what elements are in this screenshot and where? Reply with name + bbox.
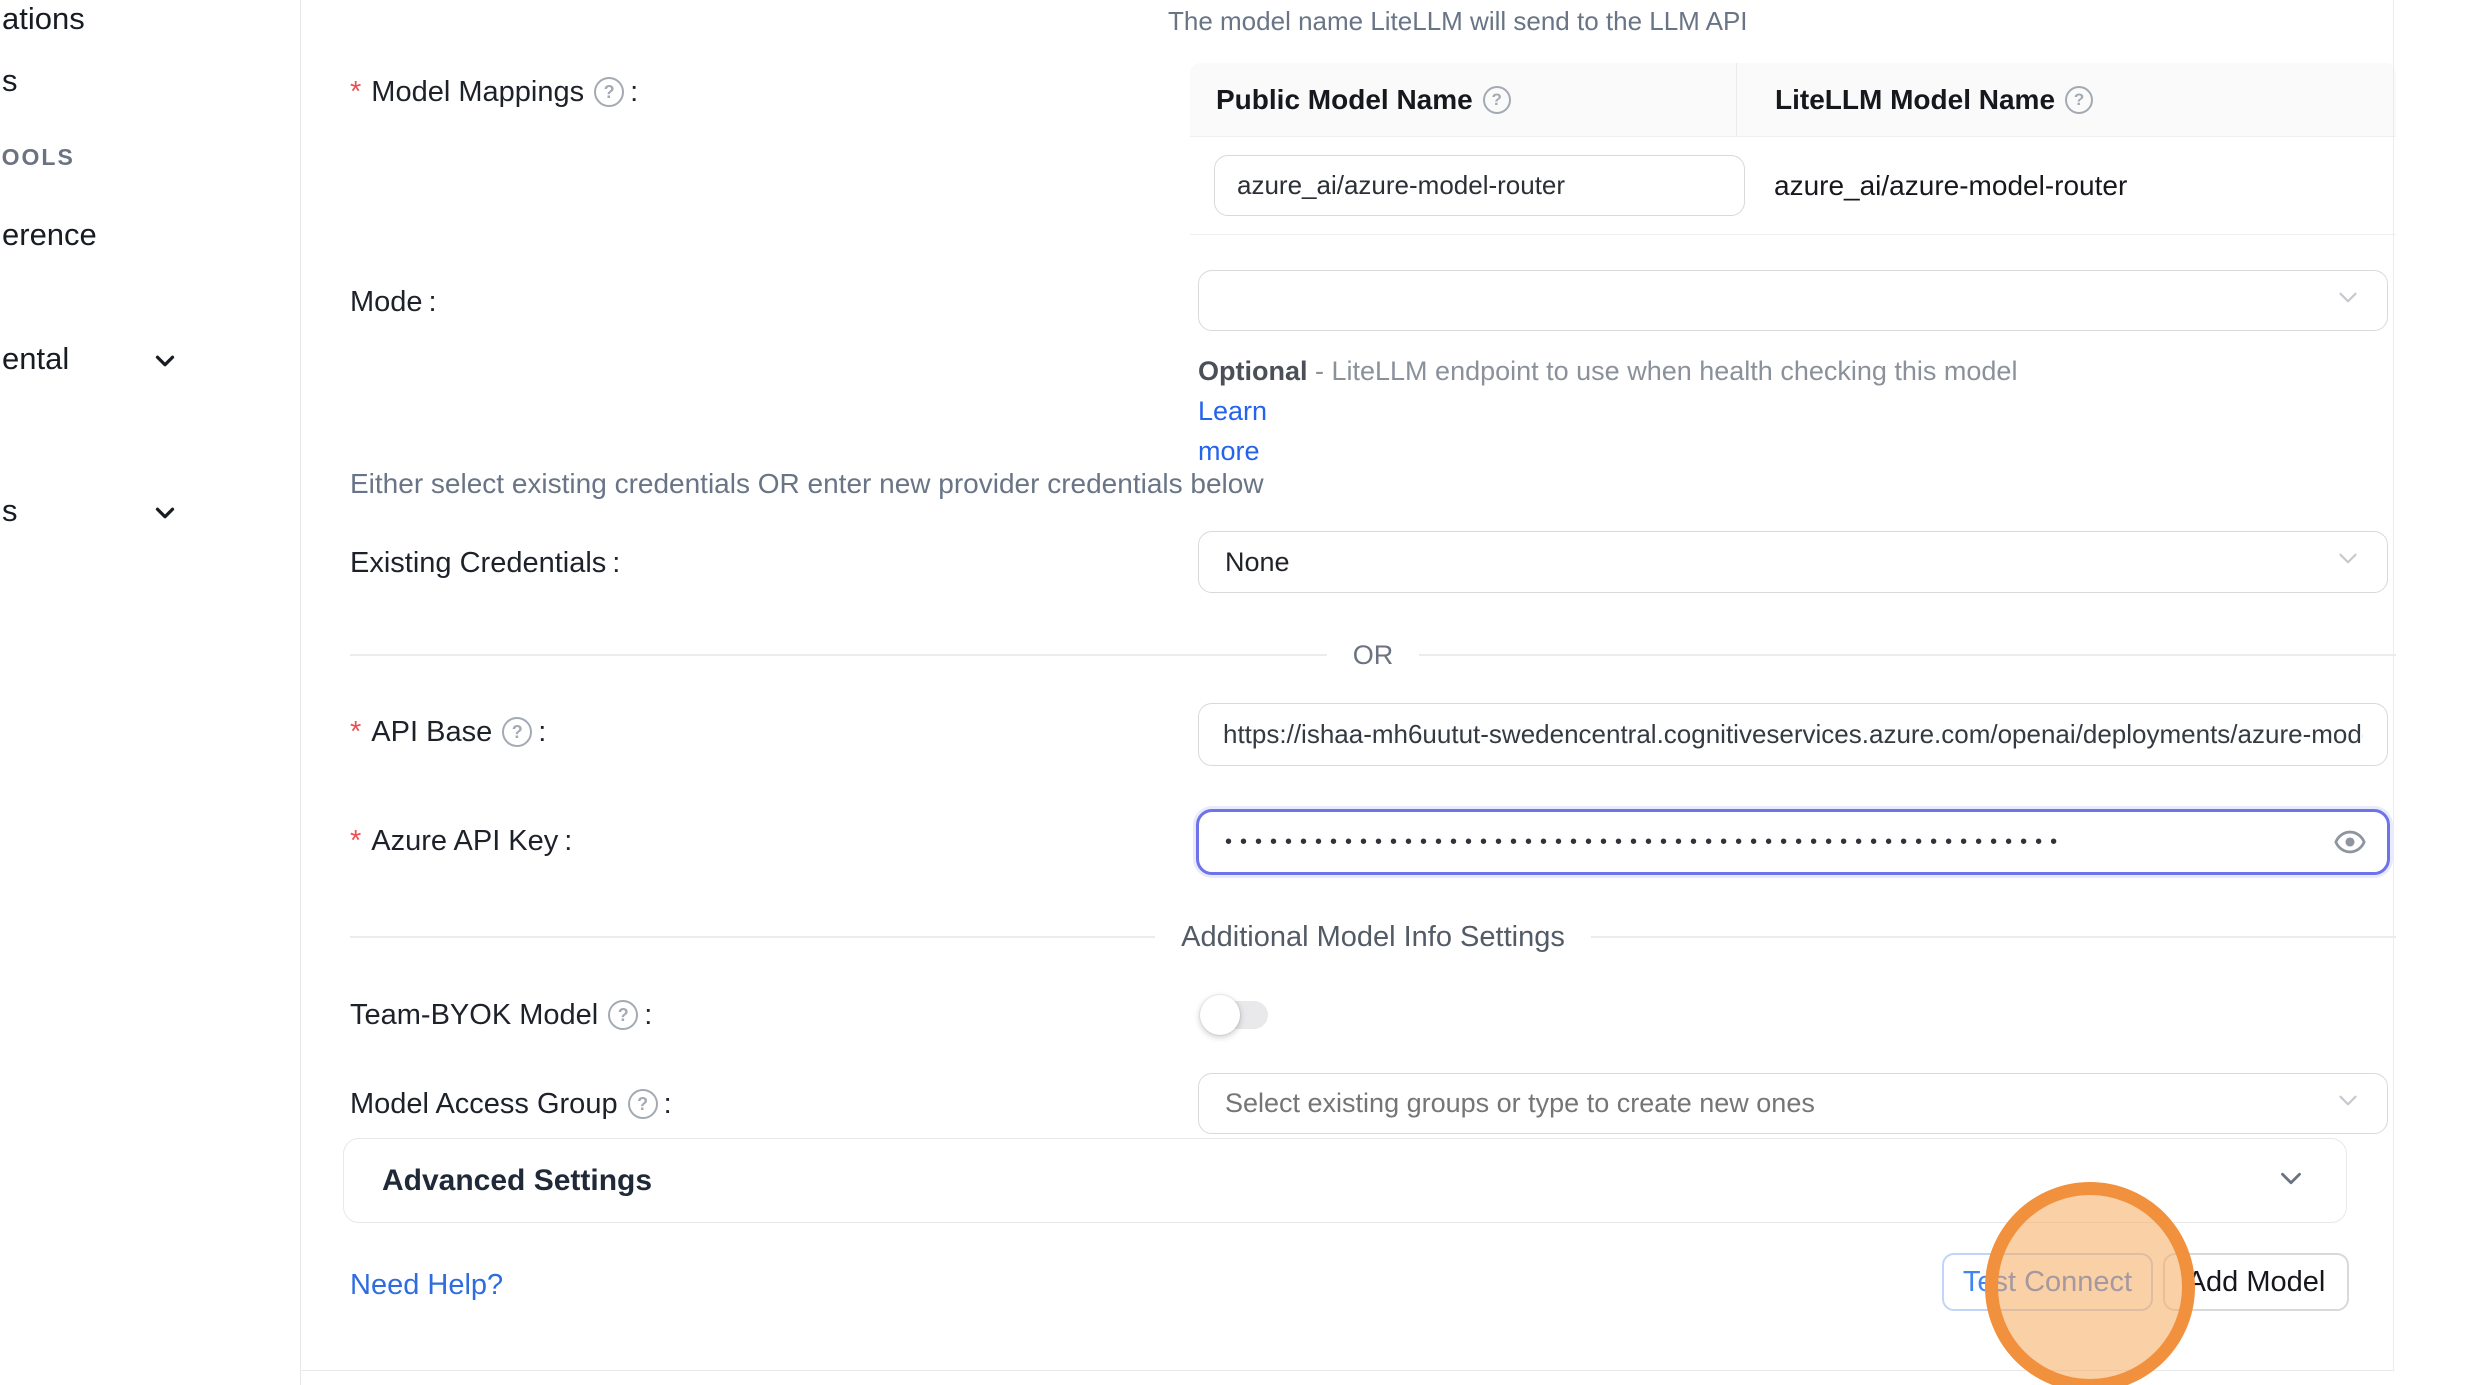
label-colon: : — [612, 545, 620, 581]
divider-line — [1419, 654, 2396, 656]
mode-label: Mode : — [350, 284, 437, 320]
or-divider: OR — [350, 640, 2396, 670]
label-colon: : — [538, 714, 546, 750]
litellm-model-name-value: azure_ai/azure-model-router — [1774, 137, 2127, 235]
model-mappings-label: * Model Mappings ? : — [350, 74, 638, 110]
litellm-model-name-helper: The model name LiteLLM will send to the … — [1168, 6, 1748, 37]
need-help-link[interactable]: Need Help? — [350, 1269, 503, 1302]
chevron-down-icon — [2274, 1161, 2308, 1200]
divider-line — [350, 654, 1327, 656]
col-public-model-name: Public Model Name ? — [1190, 63, 1737, 136]
divider-line — [350, 936, 1155, 938]
azure-api-key-label: * Azure API Key : — [350, 823, 572, 859]
sidebar-item-ental[interactable]: ental — [2, 340, 69, 378]
additional-settings-divider: Additional Model Info Settings — [350, 921, 2396, 953]
or-text: OR — [1353, 640, 1394, 671]
chevron-down-icon — [2333, 1085, 2363, 1122]
required-asterisk: * — [350, 714, 361, 750]
table-row: azure_ai/azure-model-router — [1190, 137, 2396, 235]
toggle-knob — [1200, 995, 1240, 1035]
chevron-down-icon — [150, 498, 180, 533]
required-asterisk: * — [350, 74, 361, 110]
sidebar-item-ations[interactable]: ations — [2, 0, 85, 38]
required-asterisk: * — [350, 823, 361, 859]
table-header-row: Public Model Name ? LiteLLM Model Name ? — [1190, 63, 2396, 137]
model-access-group-label: Model Access Group ? : — [350, 1086, 672, 1122]
chevron-down-icon — [2333, 282, 2363, 319]
help-icon[interactable]: ? — [502, 717, 532, 747]
help-icon[interactable]: ? — [608, 1000, 638, 1030]
help-icon[interactable]: ? — [628, 1089, 658, 1119]
model-access-group-select[interactable] — [1198, 1073, 2388, 1134]
masked-api-key: ••••••••••••••••••••••••••••••••••••••••… — [1225, 831, 2065, 854]
model-mappings-table: Public Model Name ? LiteLLM Model Name ?… — [1190, 63, 2396, 235]
sidebar-divider — [300, 0, 301, 1385]
sidebar-item-s2[interactable]: s — [2, 492, 18, 530]
divider-line — [1591, 936, 2396, 938]
sidebar-section-tools: TOOLS — [0, 144, 75, 171]
sidebar-item-label: ental — [2, 341, 69, 376]
learn-more-link[interactable]: Learn — [1198, 396, 1267, 426]
learn-more-link[interactable]: more — [1198, 436, 1260, 466]
label-colon: : — [630, 74, 638, 110]
label-colon: : — [429, 284, 437, 320]
existing-credentials-select[interactable]: None — [1198, 531, 2388, 593]
card-right-border — [2393, 0, 2394, 1371]
sidebar-item-s1[interactable]: s — [2, 62, 18, 100]
advanced-settings-panel[interactable]: Advanced Settings — [343, 1138, 2347, 1223]
help-icon[interactable]: ? — [2065, 86, 2093, 114]
mode-helper-text: Optional - LiteLLM endpoint to use when … — [1198, 351, 2078, 471]
chevron-down-icon — [2333, 544, 2363, 581]
public-model-name-input[interactable] — [1214, 155, 1745, 216]
add-model-page: ations s TOOLS erence ental s The model … — [0, 0, 2477, 1385]
existing-credentials-label: Existing Credentials : — [350, 545, 620, 581]
team-byok-toggle[interactable] — [1200, 995, 1270, 1035]
label-colon: : — [644, 997, 652, 1033]
model-access-group-input[interactable] — [1199, 1074, 2387, 1133]
label-colon: : — [564, 823, 572, 859]
test-connect-button[interactable]: Test Connect — [1942, 1253, 2153, 1311]
add-model-button[interactable]: Add Model — [2163, 1253, 2349, 1311]
sidebar-item-label: s — [2, 63, 18, 98]
help-icon[interactable]: ? — [594, 77, 624, 107]
col-litellm-model-name: LiteLLM Model Name ? — [1737, 63, 2396, 136]
api-base-label: * API Base ? : — [350, 714, 546, 750]
mode-select[interactable] — [1198, 270, 2388, 331]
credentials-note: Either select existing credentials OR en… — [350, 468, 1264, 500]
sidebar: ations s TOOLS erence ental s — [0, 0, 300, 1385]
api-base-input[interactable] — [1198, 703, 2388, 766]
sidebar-item-label: s — [2, 493, 18, 528]
sidebar-item-label: erence — [2, 217, 97, 252]
chevron-down-icon — [150, 346, 180, 381]
card-bottom-border — [300, 1370, 2393, 1371]
sidebar-item-erence[interactable]: erence — [2, 216, 97, 254]
advanced-settings-title: Advanced Settings — [382, 1164, 652, 1198]
sidebar-item-label: ations — [2, 1, 85, 36]
eye-icon[interactable] — [2333, 825, 2367, 859]
additional-settings-title: Additional Model Info Settings — [1181, 921, 1565, 954]
help-icon[interactable]: ? — [1483, 86, 1511, 114]
label-colon: : — [664, 1086, 672, 1122]
existing-credentials-value: None — [1225, 547, 1290, 578]
azure-api-key-input[interactable]: ••••••••••••••••••••••••••••••••••••••••… — [1196, 809, 2390, 875]
sidebar-section-label: TOOLS — [0, 144, 75, 170]
team-byok-label: Team-BYOK Model ? : — [350, 997, 652, 1033]
